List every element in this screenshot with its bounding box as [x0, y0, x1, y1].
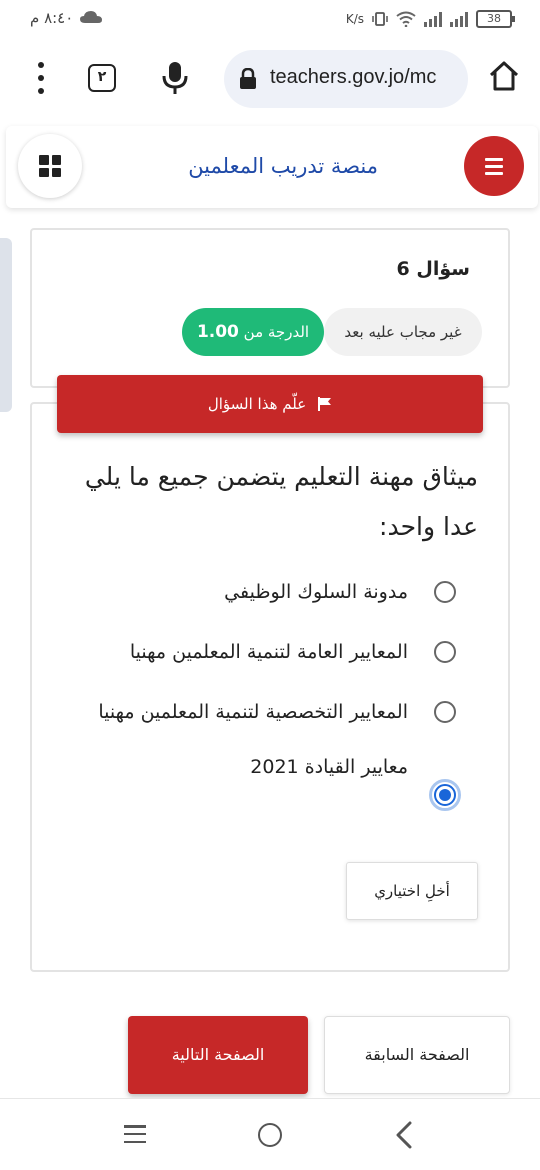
app-title[interactable]: منصة تدريب المعلمين	[188, 154, 378, 178]
wifi-icon	[396, 11, 416, 27]
question-card: ميثاق مهنة التعليم يتضمن جميع ما يلي عدا…	[30, 402, 510, 972]
hamburger-menu-button[interactable]	[464, 136, 524, 196]
home-circle-icon[interactable]	[258, 1123, 282, 1147]
address-bar[interactable]: teachers.gov.jo/mc	[224, 50, 468, 108]
status-time: ٨:٤٠ م	[30, 9, 74, 27]
signal-lte-2-icon	[450, 11, 468, 27]
battery-level: 38	[487, 12, 501, 25]
browser-toolbar: ٢ teachers.gov.jo/mc	[0, 38, 540, 160]
flag-question-button[interactable]: علّم هذا السؤال	[57, 375, 483, 433]
next-page-button[interactable]: الصفحة التالية	[128, 1016, 308, 1094]
more-menu-icon[interactable]	[34, 62, 48, 94]
lock-icon[interactable]	[238, 68, 258, 90]
net-speed: K/s	[345, 12, 364, 26]
battery-icon: 38	[476, 10, 515, 28]
option-3[interactable]: المعايير التخصصية لتنمية المعلمين مهنيا	[98, 692, 456, 732]
previous-page-button[interactable]: الصفحة السابقة	[324, 1016, 510, 1094]
option-4[interactable]: معايير القيادة 2021	[250, 756, 461, 812]
flag-icon	[318, 397, 332, 411]
url-text[interactable]: teachers.gov.jo/mc	[270, 66, 436, 89]
next-page-label: الصفحة التالية	[171, 1045, 265, 1064]
option-2-radio[interactable]	[434, 641, 456, 663]
status-bar: ٨:٤٠ م K/s 38	[0, 0, 540, 38]
question-info-card: سؤال 6 غير مجاب عليه بعد الدرجة من 1.00	[30, 228, 510, 388]
option-2-label[interactable]: المعايير العامة لتنمية المعلمين مهنيا	[130, 641, 408, 663]
option-4-label[interactable]: معايير القيادة 2021	[250, 756, 408, 778]
clear-choice-label: أخلِ اختياري	[374, 882, 450, 900]
tab-count: ٢	[97, 69, 107, 85]
option-1-label[interactable]: مدونة السلوك الوظيفي	[224, 581, 408, 603]
clear-choice-button[interactable]: أخلِ اختياري	[346, 862, 478, 920]
question-number: سؤال 6	[396, 258, 470, 280]
option-4-radio-selected[interactable]	[429, 779, 461, 811]
signal-lte-1-icon	[424, 11, 442, 27]
previous-page-label: الصفحة السابقة	[364, 1045, 470, 1064]
question-status-text: غير مجاب عليه بعد	[344, 323, 462, 341]
system-nav-bar	[0, 1098, 540, 1170]
back-chevron-icon[interactable]	[394, 1121, 414, 1149]
status-icons: K/s 38	[345, 6, 515, 32]
side-drawer-handle[interactable]	[0, 238, 12, 412]
question-text: ميثاق مهنة التعليم يتضمن جميع ما يلي عدا…	[84, 462, 478, 541]
option-1[interactable]: مدونة السلوك الوظيفي	[224, 572, 456, 612]
question-grade-badge: الدرجة من 1.00	[182, 308, 324, 356]
flag-question-label: علّم هذا السؤال	[207, 395, 307, 413]
vibrate-icon	[372, 12, 388, 26]
microphone-icon[interactable]	[160, 60, 190, 96]
tabs-button[interactable]: ٢	[88, 64, 116, 92]
question-status-badge: غير مجاب عليه بعد	[324, 308, 482, 356]
grade-prefix: الدرجة من	[243, 323, 310, 341]
option-1-radio[interactable]	[434, 581, 456, 603]
grid-icon	[39, 155, 61, 177]
option-2[interactable]: المعايير العامة لتنمية المعلمين مهنيا	[130, 632, 456, 672]
option-3-radio[interactable]	[434, 701, 456, 723]
cloud-icon	[80, 11, 102, 23]
option-3-label[interactable]: المعايير التخصصية لتنمية المعلمين مهنيا	[98, 701, 408, 723]
app-header: منصة تدريب المعلمين	[6, 126, 538, 208]
apps-grid-button[interactable]	[18, 134, 82, 198]
recent-apps-icon[interactable]	[124, 1125, 146, 1143]
home-icon[interactable]	[488, 60, 520, 92]
grade-value: 1.00	[196, 322, 239, 342]
